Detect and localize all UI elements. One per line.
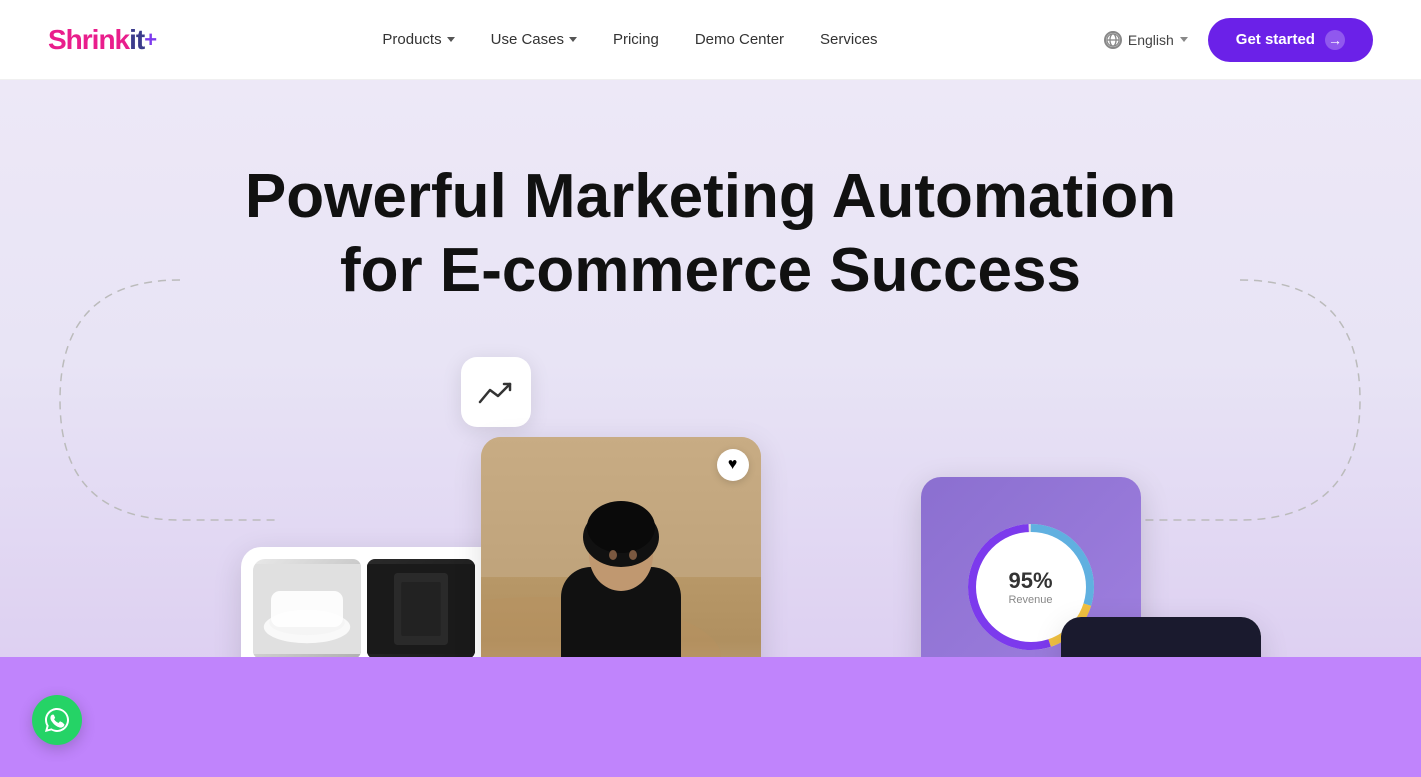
language-selector[interactable]: English: [1104, 31, 1188, 49]
hero-title: Powerful Marketing Automation for E-comm…: [245, 160, 1176, 309]
arrow-right-icon: →: [1325, 30, 1345, 50]
nav-pricing[interactable]: Pricing: [613, 31, 659, 48]
hero-title-line1: Powerful Marketing Automation: [245, 162, 1176, 231]
globe-icon: [1104, 31, 1122, 49]
language-chevron-icon: [1180, 37, 1188, 42]
revenue-label: Revenue: [1008, 594, 1052, 606]
get-started-button[interactable]: Get started →: [1208, 18, 1373, 62]
hero-title-line2: for E-commerce Success: [340, 236, 1081, 305]
purple-strip: [0, 657, 1421, 777]
navbar-right: English Get started →: [1104, 18, 1373, 62]
nav-services[interactable]: Services: [820, 31, 878, 48]
whatsapp-icon: [45, 708, 69, 732]
logo-it: it: [129, 24, 144, 56]
revenue-percent: 95%: [1008, 568, 1052, 594]
whatsapp-button[interactable]: [32, 695, 82, 745]
nav-demo-center[interactable]: Demo Center: [695, 31, 784, 48]
nav-center: Products Use Cases Pricing Demo Center S…: [382, 31, 877, 48]
product-cell-1: [253, 559, 361, 659]
products-chevron-icon: [447, 37, 455, 42]
heart-icon-badge[interactable]: ♥: [717, 449, 749, 481]
product-cell-2: [367, 559, 475, 659]
logo[interactable]: Shrink it+: [48, 24, 156, 56]
logo-shrink: Shrink: [48, 24, 129, 56]
nav-products[interactable]: Products: [382, 31, 454, 48]
language-label: English: [1128, 32, 1174, 48]
navbar: Shrink it+ Products Use Cases Pricing De…: [0, 0, 1421, 80]
nav-use-cases[interactable]: Use Cases: [491, 31, 577, 48]
trending-up-icon: [478, 378, 514, 406]
hero-section: Powerful Marketing Automation for E-comm…: [0, 80, 1421, 777]
heart-icon: ♥: [728, 456, 738, 474]
trending-card: [461, 357, 531, 427]
logo-plus: +: [144, 27, 156, 53]
use-cases-chevron-icon: [569, 37, 577, 42]
